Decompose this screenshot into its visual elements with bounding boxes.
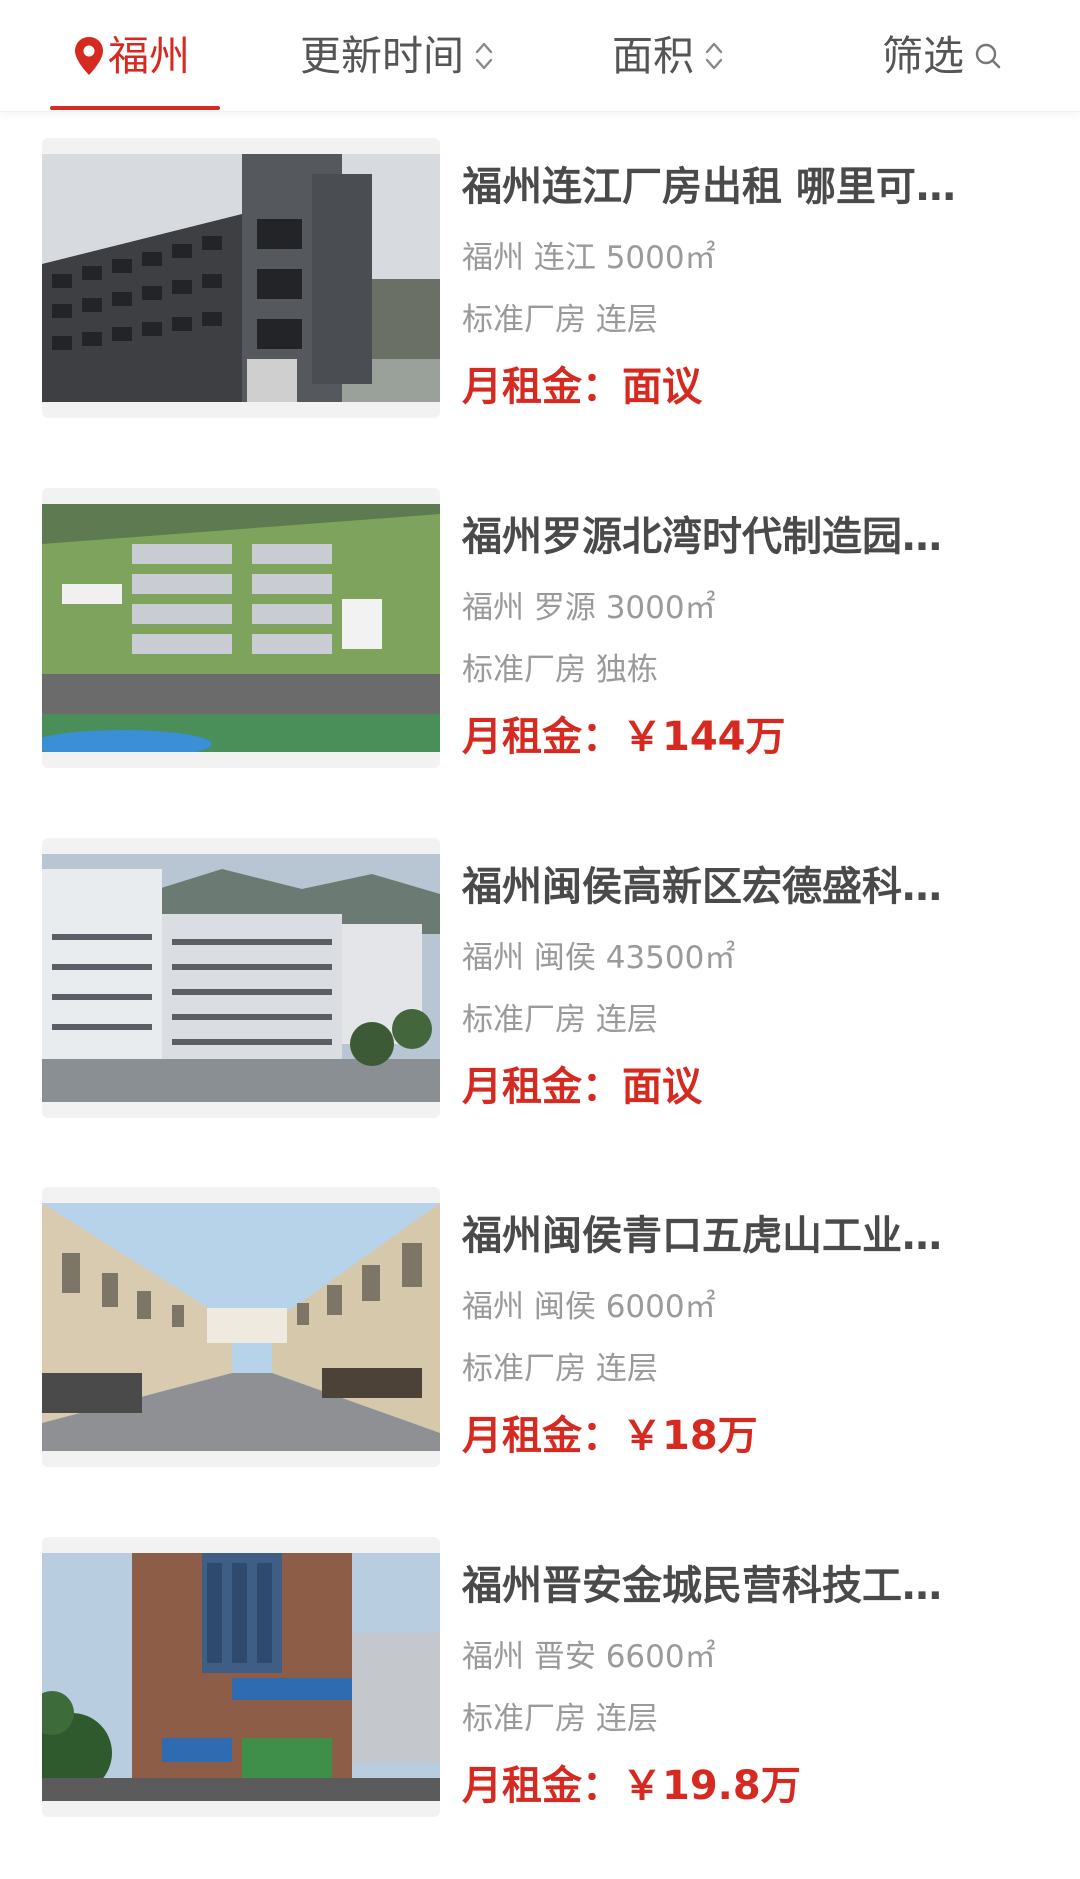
filter-button[interactable]: 筛选 [882,28,1002,84]
listing-location-area: 福州 闽侯 43500㎡ [462,940,736,976]
listing-info: 福州闽侯高新区宏德盛科… 福州 闽侯 43500㎡ 标准厂房 连层 月租金：面议 [462,838,1038,1118]
property-image [42,1187,440,1467]
listing-title[interactable]: 福州晋安金城民营科技工… [462,1559,1022,1613]
property-image [42,138,440,418]
listing-info: 福州连江厂房出租 哪里可… 福州 连江 5000㎡ 标准厂房 连层 月租金：面议 [462,138,1038,418]
rent-label: 月租金： [462,1064,622,1110]
rent-value: ￥19.8万 [622,1763,801,1809]
listing-card[interactable]: 福州晋安金城民营科技工… 福州 晋安 6600㎡ 标准厂房 连层 月租金：￥19… [42,1537,1038,1817]
listing-title[interactable]: 福州闽侯青口五虎山工业… [462,1209,1022,1263]
listing-property-type: 标准厂房 连层 [462,1351,658,1387]
rent-value: 面议 [622,364,702,410]
listing-info: 福州晋安金城民营科技工… 福州 晋安 6600㎡ 标准厂房 连层 月租金：￥19… [462,1537,1038,1817]
listing-card[interactable]: 福州连江厂房出租 哪里可… 福州 连江 5000㎡ 标准厂房 连层 月租金：面议 [42,138,1038,418]
property-image [42,838,440,1118]
listing-rent: 月租金：面议 [462,1060,702,1114]
listing-location-area: 福州 罗源 3000㎡ [462,590,716,626]
listing-title[interactable]: 福州闽侯高新区宏德盛科… [462,860,1022,914]
listing-title[interactable]: 福州罗源北湾时代制造园… [462,510,1022,564]
sort-area-label: 面积 [612,32,694,80]
listing-property-type: 标准厂房 独栋 [462,652,658,688]
search-icon [974,41,1002,71]
listing-rent: 月租金：￥19.8万 [462,1759,801,1813]
listing-info: 福州罗源北湾时代制造园… 福州 罗源 3000㎡ 标准厂房 独栋 月租金：￥14… [462,488,1038,768]
sort-updown-icon [474,39,494,73]
listing-title[interactable]: 福州连江厂房出租 哪里可… [462,160,1022,214]
property-image [42,488,440,768]
listing-location-area: 福州 晋安 6600㎡ [462,1639,716,1675]
rent-label: 月租金： [462,1413,622,1459]
rent-value: 面议 [622,1064,702,1110]
city-selector[interactable]: 福州 [74,28,190,84]
listing-property-type: 标准厂房 连层 [462,302,658,338]
listing-card[interactable]: 福州罗源北湾时代制造园… 福州 罗源 3000㎡ 标准厂房 独栋 月租金：￥14… [42,488,1038,768]
filter-bar: 福州 更新时间 面积 筛选 [0,0,1080,112]
listing-card[interactable]: 福州闽侯高新区宏德盛科… 福州 闽侯 43500㎡ 标准厂房 连层 月租金：面议 [42,838,1038,1118]
rent-label: 月租金： [462,364,622,410]
city-label: 福州 [108,32,190,80]
sort-by-area[interactable]: 面积 [612,28,724,84]
rent-label: 月租金： [462,1763,622,1809]
listing-rent: 月租金：面议 [462,360,702,414]
property-image [42,1537,440,1817]
listing-location-area: 福州 闽侯 6000㎡ [462,1289,716,1325]
rent-value: ￥18万 [622,1413,758,1459]
filter-label: 筛选 [882,32,964,80]
sort-time-label: 更新时间 [300,32,464,80]
listing-location-area: 福州 连江 5000㎡ [462,240,716,276]
rent-label: 月租金： [462,714,622,760]
sort-by-update-time[interactable]: 更新时间 [300,28,494,84]
listing-info: 福州闽侯青口五虎山工业… 福州 闽侯 6000㎡ 标准厂房 连层 月租金：￥18… [462,1187,1038,1467]
active-tab-indicator [50,106,220,110]
rent-value: ￥144万 [622,714,786,760]
sort-updown-icon [704,39,724,73]
listing-property-type: 标准厂房 连层 [462,1002,658,1038]
listing-card[interactable]: 福州闽侯青口五虎山工业… 福州 闽侯 6000㎡ 标准厂房 连层 月租金：￥18… [42,1187,1038,1467]
listing-rent: 月租金：￥144万 [462,710,786,764]
listing-property-type: 标准厂房 连层 [462,1701,658,1737]
location-pin-icon [74,36,104,76]
listing-rent: 月租金：￥18万 [462,1409,758,1463]
